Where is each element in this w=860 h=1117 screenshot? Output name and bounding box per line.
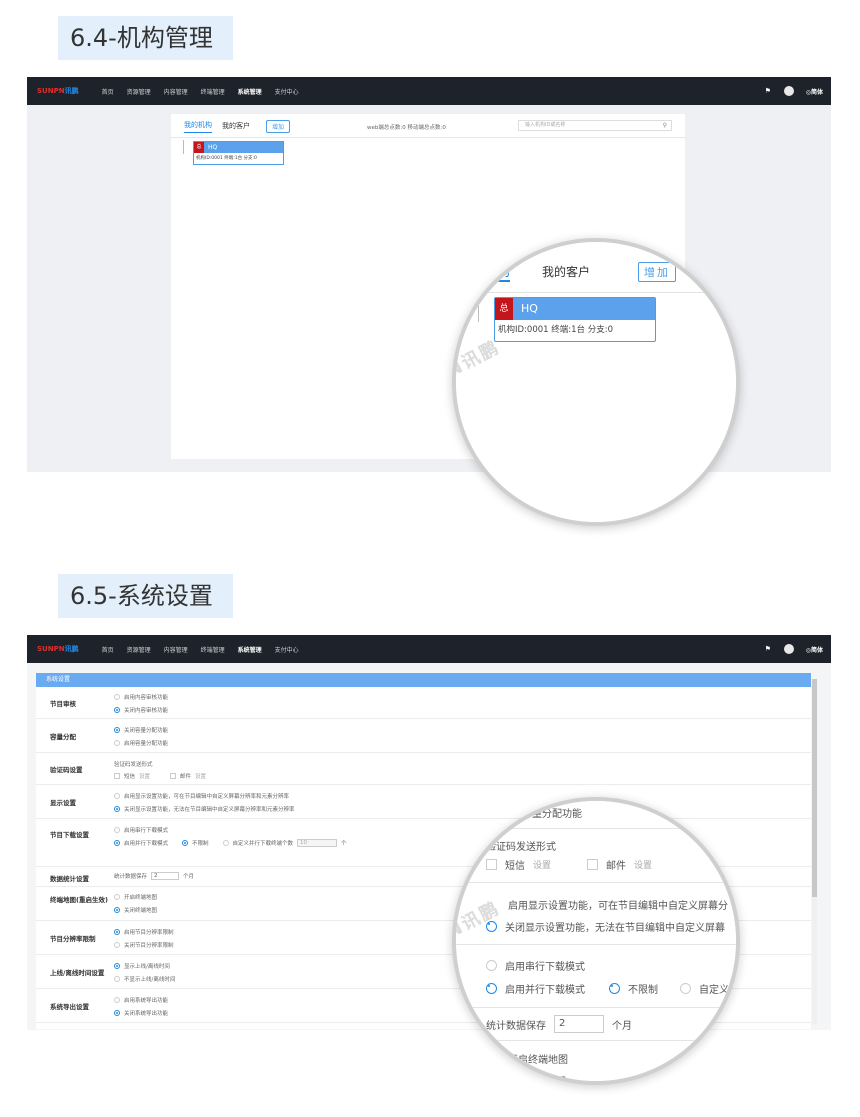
nav-resource-2[interactable]: 资源管理 <box>127 645 151 654</box>
checkbox-sms <box>114 773 120 779</box>
radio-disable-export <box>114 1010 120 1016</box>
radio-enable-resolution <box>114 929 120 935</box>
zoom-magnifier-org: 机构 我的客户 增加 总 HQ 机构ID:0001 终端:1台 分支:0 SUN… <box>452 238 740 526</box>
tree-line <box>183 140 184 154</box>
radio-unlimited <box>182 840 189 846</box>
zoom-magnifier-settings: 启容量分配功能 验证码发送形式 短信 设置 邮件 设置 启用显示设置功能，可在节目编… <box>452 797 740 1085</box>
zoom-tab-my-org: 机构 <box>484 265 511 280</box>
radio-disable-display <box>114 806 120 812</box>
radio-disable-map <box>114 907 120 913</box>
checkbox-email <box>170 773 177 779</box>
custom-count-input: 10 <box>297 839 338 847</box>
search-input[interactable]: 输入机构ID或名称 ⚲ <box>518 120 672 131</box>
zoom-tab-underline <box>484 280 510 282</box>
radio-show-time <box>114 963 120 969</box>
language-switch-2[interactable]: ◎简体 <box>806 645 823 654</box>
zoom-hq-badge: 总 <box>495 298 513 320</box>
hq-badge: 总 <box>194 142 204 153</box>
zoom-checkbox-email <box>587 859 599 870</box>
zoom-add-button: 增加 <box>638 262 676 282</box>
radio-enable-capacity <box>114 740 120 746</box>
zoom-tab-my-clients: 我的客户 <box>542 265 591 279</box>
nav-resource[interactable]: 资源管理 <box>127 87 151 96</box>
org-card-header: 总 HQ <box>194 142 283 153</box>
zoom-org-info: 机构ID:0001 终端:1台 分支:0 <box>498 325 613 335</box>
nav-home[interactable]: 首页 <box>102 87 114 96</box>
radio-disable-review <box>114 707 120 713</box>
point-stats: web端总点数:0 移动端总点数:0 <box>367 125 446 131</box>
nav-payment[interactable]: 支付中心 <box>275 87 299 96</box>
radio-enable-export <box>114 997 120 1003</box>
radio-parallel <box>114 840 120 846</box>
radio-disable-capacity <box>114 727 120 733</box>
radio-hide-time <box>114 976 120 982</box>
zoom-checkbox-sms <box>486 859 497 870</box>
row-capacity: 容量分配 关闭容量分配功能 启用容量分配功能 <box>36 719 811 753</box>
nav-home-2[interactable]: 首页 <box>102 645 114 654</box>
zoom-org-card: 总 HQ 机构ID:0001 终端:1台 分支:0 <box>494 297 656 342</box>
top-nav-bar: SUNPN讯鹏 首页 资源管理 内容管理 终端管理 系统管理 支付中心 ⚑ ◎简… <box>27 77 831 105</box>
org-info: 机构ID:0001 终端:1台 分支:0 <box>196 156 257 161</box>
radio-enable-review <box>114 694 120 700</box>
radio-enable-display <box>114 793 120 799</box>
add-button[interactable]: 增加 <box>266 120 291 133</box>
nav-system[interactable]: 系统管理 <box>238 87 262 96</box>
scroll-thumb[interactable] <box>812 679 817 897</box>
language-switch[interactable]: ◎简体 <box>806 87 823 96</box>
stats-months-input: 2 <box>151 872 180 880</box>
divider <box>171 137 685 138</box>
nav-system-2[interactable]: 系统管理 <box>238 645 262 654</box>
avatar-2[interactable] <box>783 644 794 654</box>
zoom-tree-line <box>478 296 479 322</box>
section-title-settings: 6.5-系统设置 <box>58 574 233 618</box>
row-program-review: 节目审核 启用内容审核功能 关闭内容审核功能 <box>36 687 811 719</box>
nav-terminal-2[interactable]: 终端管理 <box>201 645 225 654</box>
logo-2: SUNPN讯鹏 <box>37 645 79 653</box>
bell-icon-2[interactable]: ⚑ <box>764 645 772 653</box>
top-nav-bar-2: SUNPN讯鹏 首页 资源管理 内容管理 终端管理 系统管理 支付中心 ⚑ ◎简… <box>27 635 831 663</box>
nav-payment-2[interactable]: 支付中心 <box>275 645 299 654</box>
settings-scrollbar[interactable] <box>812 679 817 1024</box>
logo: SUNPN讯鹏 <box>37 87 79 95</box>
radio-enable-map <box>114 894 120 900</box>
org-card[interactable]: 总 HQ 机构ID:0001 终端:1台 分支:0 <box>193 141 284 165</box>
bell-icon[interactable]: ⚑ <box>764 87 772 95</box>
tab-my-clients[interactable]: 我的客户 <box>222 121 250 133</box>
nav-content-2[interactable]: 内容管理 <box>164 645 188 654</box>
zoom-org-name: HQ <box>521 302 538 315</box>
avatar[interactable] <box>783 86 794 96</box>
search-icon[interactable]: ⚲ <box>663 121 667 130</box>
row-verify-code: 验证码设置 验证码发送形式 短信 设置 邮件 设置 <box>36 753 811 785</box>
radio-custom <box>222 840 229 846</box>
radio-serial <box>114 827 120 833</box>
nav-content[interactable]: 内容管理 <box>164 87 188 96</box>
radio-disable-resolution <box>114 942 120 948</box>
zoom-divider <box>456 292 736 293</box>
nav-terminal[interactable]: 终端管理 <box>201 87 225 96</box>
section-title-org: 6.4-机构管理 <box>58 16 233 60</box>
org-name: HQ <box>208 144 218 151</box>
settings-header: 系统设置 <box>36 673 811 687</box>
tab-my-org[interactable]: 我的机构 <box>184 120 212 133</box>
